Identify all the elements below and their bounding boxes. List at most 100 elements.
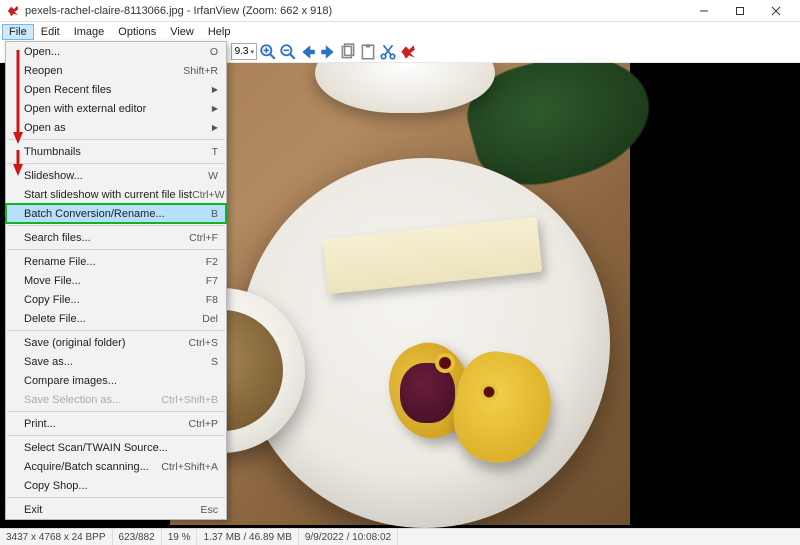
status-dimensions: 3437 x 4768 x 24 BPP: [0, 529, 113, 545]
menu-item-shortcut: Shift+R: [183, 65, 218, 77]
titlebar: pexels-rachel-claire-8113066.jpg - Irfan…: [0, 0, 800, 22]
menu-item-label: Rename File...: [24, 256, 206, 268]
menu-item-label: Start slideshow with current file list: [24, 189, 192, 201]
menu-item-label: Save (original folder): [24, 337, 189, 349]
menu-item-label: Reopen: [24, 65, 183, 77]
menu-item-label: Open...: [24, 46, 210, 58]
menu-item-shortcut: F8: [206, 294, 218, 306]
displayed-image: [170, 63, 630, 525]
menu-item-label: Batch Conversion/Rename...: [24, 208, 211, 220]
menu-help[interactable]: Help: [201, 24, 238, 40]
file-menu-dropdown: Open...OReopenShift+ROpen Recent files▶O…: [5, 41, 227, 520]
menu-item-label: Save as...: [24, 356, 211, 368]
menu-item-shortcut: Del: [202, 313, 218, 325]
next-arrow-icon[interactable]: [319, 43, 337, 61]
statusbar: 3437 x 4768 x 24 BPP 623/882 19 % 1.37 M…: [0, 528, 800, 545]
menubar: File Edit Image Options View Help: [0, 22, 800, 41]
zoom-value: 9.3: [235, 46, 249, 57]
menu-item-shortcut: Esc: [200, 504, 218, 516]
menu-item: Save Selection as...Ctrl+Shift+B: [6, 390, 226, 409]
copy-icon[interactable]: [339, 43, 357, 61]
annotation-arrow-icon: [11, 50, 25, 145]
menu-item-shortcut: S: [211, 356, 218, 368]
menu-item[interactable]: Move File...F7: [6, 271, 226, 290]
status-index: 623/882: [113, 529, 162, 545]
menu-image[interactable]: Image: [67, 24, 112, 40]
zoom-out-icon[interactable]: [279, 43, 297, 61]
menu-item-shortcut: Ctrl+Shift+B: [161, 394, 218, 406]
menu-item[interactable]: Search files...Ctrl+F: [6, 228, 226, 247]
cut-icon[interactable]: [379, 43, 397, 61]
menu-item[interactable]: Select Scan/TWAIN Source...: [6, 438, 226, 457]
app-icon: [6, 4, 20, 18]
menu-item-label: Save Selection as...: [24, 394, 161, 406]
close-button[interactable]: [758, 0, 794, 22]
menu-view[interactable]: View: [163, 24, 201, 40]
menu-item-label: Select Scan/TWAIN Source...: [24, 442, 218, 454]
menu-item-shortcut: W: [208, 170, 218, 182]
menu-item[interactable]: Open as▶: [6, 118, 226, 137]
prev-arrow-icon[interactable]: [299, 43, 317, 61]
menu-item-label: Thumbnails: [24, 146, 212, 158]
menu-edit[interactable]: Edit: [34, 24, 67, 40]
chevron-down-icon: ▾: [250, 48, 254, 56]
menu-item-shortcut: Ctrl+W: [192, 189, 224, 201]
menu-item-label: Open Recent files: [24, 84, 212, 96]
menu-item[interactable]: Delete File...Del: [6, 309, 226, 328]
menu-item-shortcut: Ctrl+S: [189, 337, 218, 349]
window-title: pexels-rachel-claire-8113066.jpg - Irfan…: [25, 5, 686, 17]
menu-item[interactable]: Copy Shop...: [6, 476, 226, 495]
menu-item[interactable]: Save (original folder)Ctrl+S: [6, 333, 226, 352]
menu-item-shortcut: F2: [206, 256, 218, 268]
menu-item[interactable]: Open...O: [6, 42, 226, 61]
status-zoom: 19 %: [162, 529, 198, 545]
zoom-in-icon[interactable]: [259, 43, 277, 61]
menu-item-label: Compare images...: [24, 375, 218, 387]
menu-item[interactable]: Open with external editor▶: [6, 99, 226, 118]
menu-item-label: Acquire/Batch scanning...: [24, 461, 161, 473]
status-size: 1.37 MB / 46.89 MB: [197, 529, 298, 545]
menu-options[interactable]: Options: [111, 24, 163, 40]
menu-item[interactable]: Print...Ctrl+P: [6, 414, 226, 433]
irfanview-icon[interactable]: [399, 43, 417, 61]
zoom-select[interactable]: 9.3▾: [231, 43, 257, 60]
menu-item-shortcut: F7: [206, 275, 218, 287]
menu-item-label: Exit: [24, 504, 200, 516]
menu-item[interactable]: Compare images...: [6, 371, 226, 390]
menu-item-label: Print...: [24, 418, 189, 430]
menu-item[interactable]: Acquire/Batch scanning...Ctrl+Shift+A: [6, 457, 226, 476]
window-controls: [686, 0, 794, 22]
menu-item-shortcut: B: [211, 208, 218, 220]
menu-item[interactable]: ReopenShift+R: [6, 61, 226, 80]
annotation-arrow-icon: [11, 150, 25, 178]
menu-item-label: Delete File...: [24, 313, 202, 325]
menu-item-label: Slideshow...: [24, 170, 208, 182]
submenu-arrow-icon: ▶: [212, 85, 218, 94]
minimize-button[interactable]: [686, 0, 722, 22]
menu-item-label: Copy File...: [24, 294, 206, 306]
menu-item[interactable]: Open Recent files▶: [6, 80, 226, 99]
menu-item[interactable]: Save as...S: [6, 352, 226, 371]
menu-item-label: Open with external editor: [24, 103, 212, 115]
menu-item[interactable]: Copy File...F8: [6, 290, 226, 309]
menu-item-shortcut: Ctrl+F: [189, 232, 218, 244]
menu-item-shortcut: Ctrl+Shift+A: [161, 461, 218, 473]
maximize-button[interactable]: [722, 0, 758, 22]
menu-item[interactable]: Batch Conversion/Rename...B: [6, 204, 226, 223]
menu-item[interactable]: ThumbnailsT: [6, 142, 226, 161]
menu-item[interactable]: Slideshow...W: [6, 166, 226, 185]
menu-file[interactable]: File: [2, 24, 34, 40]
menu-item-label: Copy Shop...: [24, 480, 218, 492]
menu-item-label: Move File...: [24, 275, 206, 287]
menu-item-label: Open as: [24, 122, 212, 134]
submenu-arrow-icon: ▶: [212, 104, 218, 113]
menu-item[interactable]: ExitEsc: [6, 500, 226, 519]
menu-item-shortcut: O: [210, 46, 218, 58]
menu-item-shortcut: Ctrl+P: [189, 418, 218, 430]
menu-item[interactable]: Rename File...F2: [6, 252, 226, 271]
menu-item[interactable]: Start slideshow with current file listCt…: [6, 185, 226, 204]
submenu-arrow-icon: ▶: [212, 123, 218, 132]
status-datetime: 9/9/2022 / 10:08:02: [299, 529, 398, 545]
paste-icon[interactable]: [359, 43, 377, 61]
menu-item-label: Search files...: [24, 232, 189, 244]
